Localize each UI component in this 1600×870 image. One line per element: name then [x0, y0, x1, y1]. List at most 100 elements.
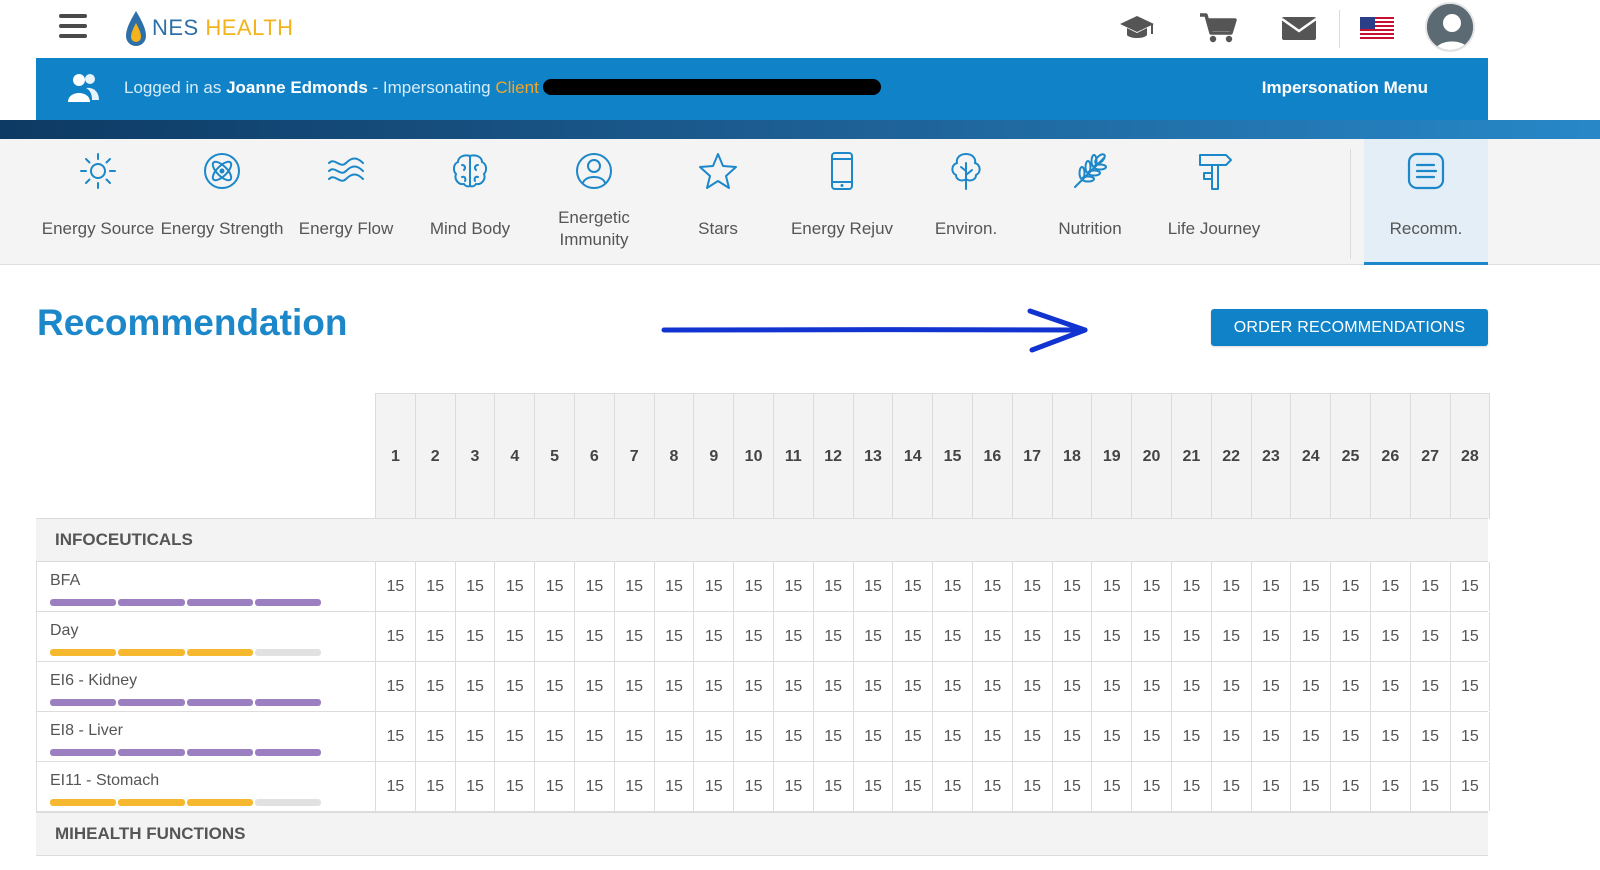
nav-energy-flow[interactable]: Energy Flow — [284, 139, 408, 265]
nav-energy-strength[interactable]: Energy Strength — [160, 139, 284, 265]
dose-cell[interactable]: 15 — [1451, 712, 1491, 761]
dose-cell[interactable]: 15 — [1291, 662, 1332, 711]
dose-cell[interactable]: 15 — [973, 762, 1013, 811]
dose-cell[interactable]: 15 — [694, 612, 735, 661]
dose-cell[interactable]: 15 — [973, 562, 1013, 611]
nav-energy-source[interactable]: Energy Source — [36, 139, 160, 265]
dose-cell[interactable]: 15 — [535, 562, 575, 611]
mail-icon[interactable] — [1279, 10, 1319, 46]
dose-cell[interactable]: 15 — [814, 662, 854, 711]
dose-cell[interactable]: 15 — [814, 712, 854, 761]
dose-cell[interactable]: 15 — [1331, 662, 1371, 711]
dose-cell[interactable]: 15 — [1132, 662, 1172, 711]
table-row[interactable]: EI8 - Liver 15 15 15 15 15 15 15 15 15 15 15 15 15 15 1… — [36, 712, 1491, 762]
dose-cell[interactable]: 15 — [575, 662, 615, 711]
dose-cell[interactable]: 15 — [854, 712, 894, 761]
dose-cell[interactable]: 15 — [1053, 712, 1093, 761]
table-row[interactable]: BFA 15 15 15 15 15 15 15 15 15 15 15 15 15 15 15 15 15 15 1… — [36, 562, 1491, 612]
dose-cell[interactable]: 15 — [495, 612, 536, 661]
dose-cell[interactable]: 15 — [495, 562, 536, 611]
dose-cell[interactable]: 15 — [854, 612, 894, 661]
dose-cell[interactable]: 15 — [933, 612, 973, 661]
dose-cell[interactable]: 15 — [615, 662, 655, 711]
dose-cell[interactable]: 15 — [416, 562, 456, 611]
dose-cell[interactable]: 15 — [1212, 562, 1252, 611]
dose-cell[interactable]: 15 — [734, 562, 774, 611]
dose-cell[interactable]: 15 — [1212, 662, 1252, 711]
dose-cell[interactable]: 15 — [456, 562, 496, 611]
dose-cell[interactable]: 15 — [456, 612, 496, 661]
dose-cell[interactable]: 15 — [655, 712, 695, 761]
nav-recomm[interactable]: Recomm. — [1364, 139, 1488, 265]
dose-cell[interactable]: 15 — [814, 612, 854, 661]
us-flag-icon[interactable] — [1357, 10, 1397, 46]
user-avatar-icon[interactable] — [1425, 2, 1475, 52]
dose-cell[interactable]: 15 — [376, 612, 416, 661]
dose-cell[interactable]: 15 — [1212, 712, 1252, 761]
dose-cell[interactable]: 15 — [1092, 762, 1133, 811]
dose-cell[interactable]: 15 — [734, 712, 774, 761]
dose-cell[interactable]: 15 — [1371, 562, 1411, 611]
dose-cell[interactable]: 15 — [1132, 562, 1172, 611]
dose-cell[interactable]: 15 — [655, 662, 695, 711]
dose-cell[interactable]: 15 — [893, 612, 934, 661]
dose-cell[interactable]: 15 — [774, 712, 814, 761]
dose-cell[interactable]: 15 — [376, 712, 416, 761]
dose-cell[interactable]: 15 — [1092, 562, 1133, 611]
dose-cell[interactable]: 15 — [734, 612, 774, 661]
table-row[interactable]: EI6 - Kidney 15 15 15 15 15 15 15 15 15 15 15 15 15 15… — [36, 662, 1491, 712]
dose-cell[interactable]: 15 — [1172, 762, 1212, 811]
dose-cell[interactable]: 15 — [575, 562, 615, 611]
dose-cell[interactable]: 15 — [1411, 562, 1451, 611]
dose-cell[interactable]: 15 — [1451, 612, 1491, 661]
dose-cell[interactable]: 15 — [456, 662, 496, 711]
dose-cell[interactable]: 15 — [495, 762, 536, 811]
dose-cell[interactable]: 15 — [535, 762, 575, 811]
dose-cell[interactable]: 15 — [1252, 712, 1292, 761]
dose-cell[interactable]: 15 — [416, 612, 456, 661]
dose-cell[interactable]: 15 — [734, 662, 774, 711]
dose-cell[interactable]: 15 — [1132, 712, 1172, 761]
dose-cell[interactable]: 15 — [933, 712, 973, 761]
hamburger-menu-icon[interactable] — [59, 14, 87, 40]
dose-cell[interactable]: 15 — [1451, 662, 1491, 711]
dose-cell[interactable]: 15 — [1371, 762, 1411, 811]
dose-cell[interactable]: 15 — [1013, 612, 1053, 661]
dose-cell[interactable]: 15 — [1331, 612, 1371, 661]
dose-cell[interactable]: 15 — [1291, 762, 1332, 811]
cart-icon[interactable] — [1198, 10, 1238, 46]
dose-cell[interactable]: 15 — [1291, 712, 1332, 761]
dose-cell[interactable]: 15 — [376, 662, 416, 711]
dose-cell[interactable]: 15 — [1172, 612, 1212, 661]
dose-cell[interactable]: 15 — [933, 562, 973, 611]
dose-cell[interactable]: 15 — [1013, 712, 1053, 761]
dose-cell[interactable]: 15 — [814, 762, 854, 811]
nes-health-logo[interactable]: NES HEALTH — [124, 8, 294, 48]
dose-cell[interactable]: 15 — [1331, 562, 1371, 611]
dose-cell[interactable]: 15 — [933, 762, 973, 811]
dose-cell[interactable]: 15 — [1252, 762, 1292, 811]
dose-cell[interactable]: 15 — [973, 712, 1013, 761]
dose-cell[interactable]: 15 — [1053, 612, 1093, 661]
dose-cell[interactable]: 15 — [615, 712, 655, 761]
dose-cell[interactable]: 15 — [734, 762, 774, 811]
graduation-cap-icon[interactable] — [1117, 10, 1157, 46]
dose-cell[interactable]: 15 — [416, 662, 456, 711]
dose-cell[interactable]: 15 — [774, 612, 814, 661]
dose-cell[interactable]: 15 — [1371, 712, 1411, 761]
dose-cell[interactable]: 15 — [1053, 762, 1093, 811]
dose-cell[interactable]: 15 — [1451, 762, 1491, 811]
dose-cell[interactable]: 15 — [1092, 662, 1133, 711]
dose-cell[interactable]: 15 — [1411, 612, 1451, 661]
dose-cell[interactable]: 15 — [1172, 662, 1212, 711]
dose-cell[interactable]: 15 — [1092, 712, 1133, 761]
dose-cell[interactable]: 15 — [376, 562, 416, 611]
dose-cell[interactable]: 15 — [495, 712, 536, 761]
dose-cell[interactable]: 15 — [1411, 762, 1451, 811]
dose-cell[interactable]: 15 — [1092, 612, 1133, 661]
dose-cell[interactable]: 15 — [456, 762, 496, 811]
table-row[interactable]: Day 15 15 15 15 15 15 15 15 15 15 15 15 15 15 15 15 15 15 1… — [36, 612, 1491, 662]
dose-cell[interactable]: 15 — [814, 562, 854, 611]
nav-nutrition[interactable]: Nutrition — [1028, 139, 1152, 265]
dose-cell[interactable]: 15 — [535, 612, 575, 661]
